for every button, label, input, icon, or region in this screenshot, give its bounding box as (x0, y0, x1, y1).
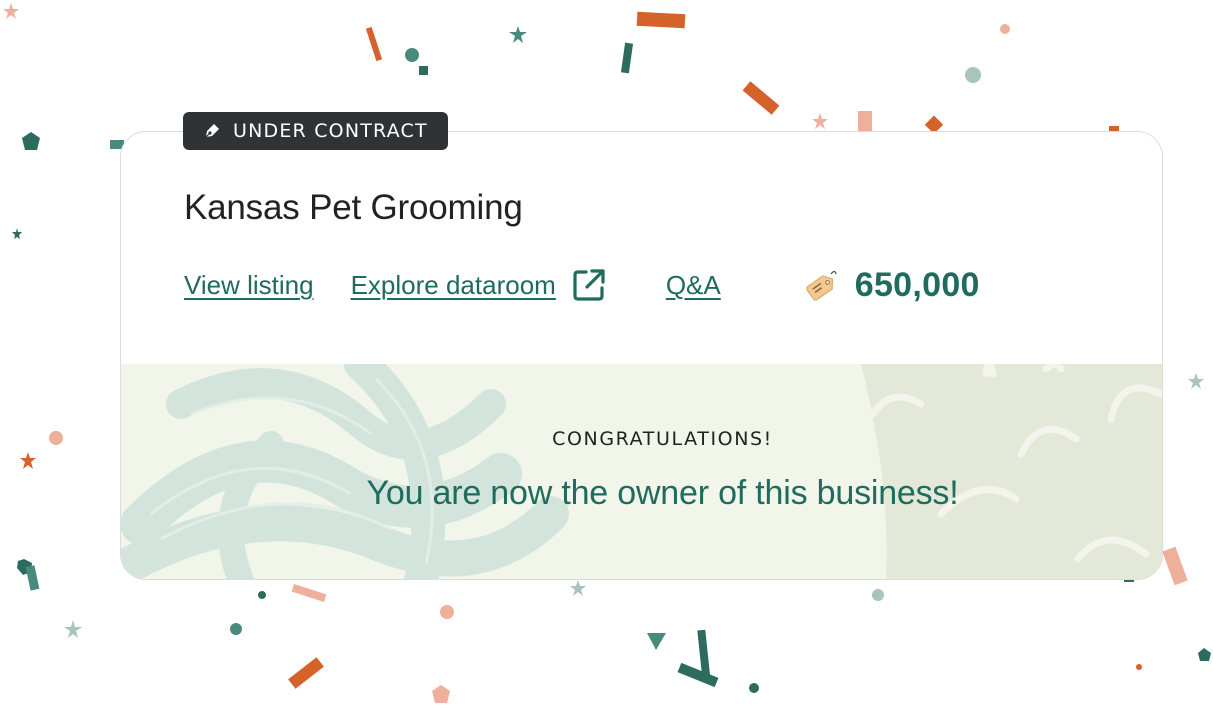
status-badge: UNDER CONTRACT (183, 112, 448, 150)
card-actions: View listing Explore dataroom Q&A 650,00… (184, 264, 980, 306)
asking-price: 650,000 (854, 265, 980, 304)
business-name: Kansas Pet Grooming (184, 188, 523, 227)
congratulations-heading: CONGRATULATIONS! (552, 428, 773, 450)
external-link-icon[interactable] (572, 268, 606, 302)
banner-brush-texture (121, 364, 1162, 579)
price-tag-icon (801, 265, 841, 305)
stage: Kansas Pet Grooming View listing Explore… (0, 0, 1213, 709)
view-listing-link[interactable]: View listing (184, 270, 314, 301)
congratulations-banner: CONGRATULATIONS! You are now the owner o… (121, 364, 1162, 579)
explore-dataroom-link[interactable]: Explore dataroom (351, 270, 556, 301)
ownership-message: You are now the owner of this business! (366, 474, 959, 512)
status-badge-label: UNDER CONTRACT (233, 120, 428, 142)
qa-link[interactable]: Q&A (666, 270, 721, 301)
pen-nib-icon (203, 122, 221, 140)
deal-card: Kansas Pet Grooming View listing Explore… (120, 131, 1163, 580)
